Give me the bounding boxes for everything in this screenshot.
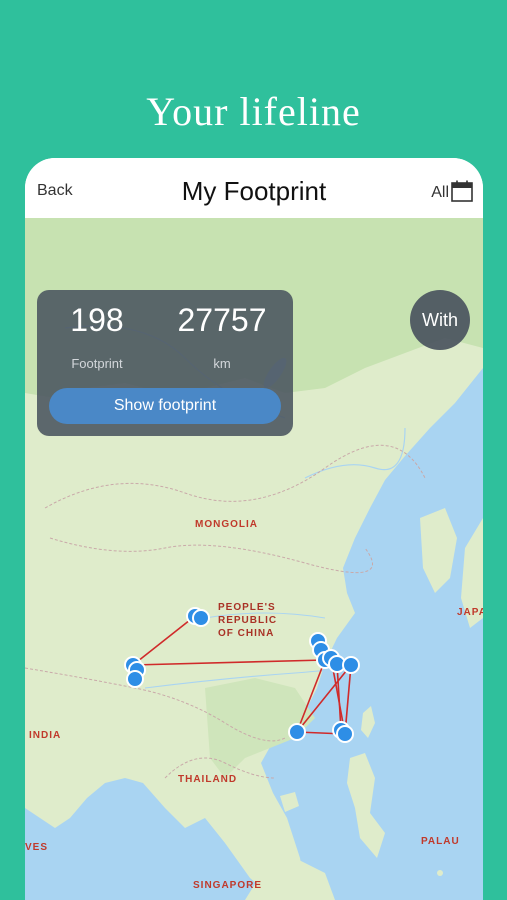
map-label-india: INDIA: [29, 730, 62, 741]
headline: Your lifeline: [146, 89, 361, 134]
footprint-marker[interactable]: [288, 723, 306, 741]
calendar-icon[interactable]: [451, 180, 473, 202]
distance-value: 27757: [177, 302, 267, 338]
route-line: [132, 615, 196, 666]
map-label-china-2: REPUBLIC: [218, 615, 278, 626]
footprint-map[interactable]: MONGOLIA PEOPLE'S REPUBLIC OF CHINA INDI…: [25, 218, 483, 900]
map-label-mongolia: MONGOLIA: [195, 519, 258, 530]
footprint-count: 198: [70, 302, 124, 338]
route-line: [296, 659, 326, 733]
footprint-marker[interactable]: [336, 725, 354, 743]
footprint-label: Footprint: [71, 356, 123, 371]
map-label-china-1: PEOPLE'S: [218, 602, 276, 613]
footprint-marker[interactable]: [342, 656, 360, 674]
footprint-stats-card: 198 27757 Footprint km Show footprint: [37, 290, 293, 436]
map-label-palau: PALAU: [421, 836, 460, 847]
route-line: [132, 659, 326, 666]
page-title: My Footprint: [181, 176, 327, 206]
distance-unit: km: [213, 356, 231, 371]
with-button[interactable]: With: [410, 290, 470, 350]
map-label-thailand: THAILAND: [178, 774, 238, 785]
map-label-edge: VES: [25, 842, 49, 853]
show-footprint-button[interactable]: Show footprint: [49, 388, 281, 424]
footprint-marker[interactable]: [192, 609, 210, 627]
map-label-china-3: OF CHINA: [218, 628, 275, 639]
phone-screen: Back My Footprint All MONGOLIA PEOPLE'S …: [25, 158, 483, 900]
nav-bar: Back My Footprint All: [25, 158, 483, 218]
map-label-japan: JAPA: [457, 607, 483, 618]
map-label-singapore: SINGAPORE: [193, 880, 263, 891]
footprint-marker[interactable]: [126, 670, 144, 688]
filter-all-button[interactable]: All: [431, 184, 449, 202]
